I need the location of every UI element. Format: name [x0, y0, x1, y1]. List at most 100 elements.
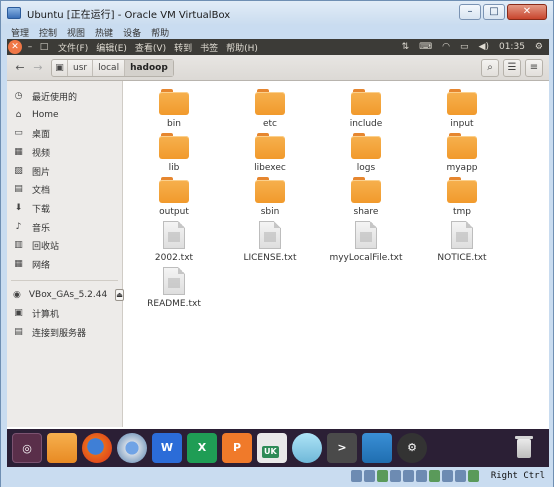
sidebar-item-videos[interactable]: ▦ 视频	[7, 143, 122, 162]
file-name-label: myyLocalFile.txt	[329, 253, 403, 263]
launcher-dock: ◎ W X P UK > ⚙	[7, 429, 549, 467]
terminal-icon[interactable]: >	[327, 433, 357, 463]
audio-status-icon[interactable]	[377, 470, 388, 482]
maximize-button[interactable]: □	[483, 4, 505, 20]
menu-view[interactable]: 查看(V)	[135, 41, 166, 54]
maps-icon[interactable]	[292, 433, 322, 463]
list-view-icon[interactable]: ☰	[503, 59, 521, 77]
folder-item[interactable]: tmp	[422, 177, 502, 217]
eject-icon[interactable]: ⏏	[115, 289, 124, 302]
firefox-icon[interactable]	[82, 433, 112, 463]
sidebar-item-recent[interactable]: ◷ 最近使用的	[7, 87, 122, 106]
ubuntu-software-icon[interactable]: UK	[257, 433, 287, 463]
ubuntu-dash-icon[interactable]: ◎	[12, 433, 42, 463]
sidebar-item-label: 连接到服务器	[32, 329, 87, 340]
sidebar-item-network[interactable]: ▦ 网络	[7, 255, 122, 274]
minimize-button[interactable]: –	[459, 4, 481, 20]
sidebar-item-pictures[interactable]: ▨ 图片	[7, 162, 122, 181]
search-icon[interactable]: ⌕	[481, 59, 499, 77]
folder-item[interactable]: myapp	[422, 133, 502, 173]
file-icon-view: bin etc include input lib libexec logs myapp out…	[124, 81, 549, 427]
folder-item[interactable]: bin	[134, 89, 214, 129]
file-item[interactable]: myyLocalFile.txt	[326, 221, 406, 263]
cpu-status-icon[interactable]	[455, 470, 466, 482]
close-icon[interactable]: ✕	[8, 40, 22, 54]
menu-go[interactable]: 转到	[174, 41, 192, 54]
vbox-menu-devices[interactable]: 设备	[123, 26, 141, 39]
trash-icon: ▥	[14, 240, 23, 251]
menu-edit[interactable]: 编辑(E)	[96, 41, 127, 54]
ubuntu-top-panel: ✕ – □ 文件(F) 编辑(E) 查看(V) 转到 书签 帮助(H) ⇅ ⌨ …	[7, 39, 549, 55]
sidebar-item-label: 音乐	[32, 223, 51, 234]
vbox-titlebar[interactable]: Ubuntu [正在运行] - Oracle VM VirtualBox – □…	[1, 1, 553, 25]
minimize-icon[interactable]: –	[24, 42, 36, 52]
menu-file[interactable]: 文件(F)	[58, 41, 88, 54]
back-arrow-icon[interactable]: ←	[11, 59, 29, 77]
forward-arrow-icon[interactable]: →	[29, 59, 47, 77]
network-transfer-icon[interactable]: ⇅	[402, 42, 410, 52]
close-window-button[interactable]: ✕	[507, 4, 547, 20]
folder-item[interactable]: share	[326, 177, 406, 217]
breadcrumb-hadoop[interactable]: hadoop	[125, 59, 173, 76]
sidebar-item-downloads[interactable]: ⬇ 下载	[7, 199, 122, 218]
file-item[interactable]: NOTICE.txt	[422, 221, 502, 263]
usb-status-icon[interactable]	[403, 470, 414, 482]
folder-item[interactable]: output	[134, 177, 214, 217]
menu-icon[interactable]: ≡	[525, 59, 543, 77]
vbox-menu-help[interactable]: 帮助	[151, 26, 169, 39]
breadcrumb-usr[interactable]: usr	[68, 59, 94, 76]
sidebar-item-desktop[interactable]: ▭ 桌面	[7, 124, 122, 143]
restore-icon[interactable]: □	[38, 42, 50, 52]
keyboard-icon[interactable]: ⌨	[419, 42, 432, 52]
sidebar-item-vbox-gas[interactable]: ◉ VBox_GAs_5.2.44 ⏏	[7, 286, 124, 305]
system-settings-icon[interactable]: ⚙	[397, 433, 427, 463]
folder-item[interactable]: include	[326, 89, 406, 129]
chromium-icon[interactable]	[117, 433, 147, 463]
menu-bookmarks[interactable]: 书签	[200, 41, 218, 54]
sidebar-item-home[interactable]: ⌂ Home	[7, 106, 122, 125]
sidebar-item-documents[interactable]: ▤ 文档	[7, 180, 122, 199]
sidebar-item-computer[interactable]: ▣ 计算机	[7, 305, 122, 324]
battery-icon[interactable]: ▭	[460, 42, 469, 52]
mouse-integration-icon[interactable]	[468, 470, 479, 482]
folder-item[interactable]: lib	[134, 133, 214, 173]
vbox-menu-control[interactable]: 控制	[39, 26, 57, 39]
clock[interactable]: 01:35	[499, 42, 525, 52]
picture-icon: ▨	[14, 165, 23, 176]
sidebar-item-connect-server[interactable]: ▤ 连接到服务器	[7, 323, 122, 342]
files-app-icon[interactable]	[47, 433, 77, 463]
libreoffice-calc-icon[interactable]: X	[187, 433, 217, 463]
sidebar-item-music[interactable]: ♪ 音乐	[7, 218, 122, 237]
file-name-label: sbin	[260, 207, 280, 217]
vbox-menu-hotkey[interactable]: 热键	[95, 26, 113, 39]
power-gear-icon[interactable]: ⚙	[535, 42, 543, 52]
file-item[interactable]: README.txt	[134, 267, 214, 309]
trash-bin-icon[interactable]	[509, 433, 539, 463]
volume-icon[interactable]: ◀)	[479, 42, 489, 52]
folder-item[interactable]: logs	[326, 133, 406, 173]
recording-status-icon[interactable]	[442, 470, 453, 482]
vbox-menu-manage[interactable]: 管理	[11, 26, 29, 39]
wifi-icon[interactable]: ◠	[442, 42, 450, 52]
folder-item[interactable]: libexec	[230, 133, 310, 173]
folder-icon	[159, 177, 189, 203]
optical-status-icon[interactable]	[364, 470, 375, 482]
shared-folder-status-icon[interactable]	[416, 470, 427, 482]
folder-item[interactable]: etc	[230, 89, 310, 129]
drive-icon[interactable]: ▣	[52, 59, 68, 76]
hdd-status-icon[interactable]	[351, 470, 362, 482]
sidebar-item-trash[interactable]: ▥ 回收站	[7, 237, 122, 256]
vbox-menu-view[interactable]: 视图	[67, 26, 85, 39]
libreoffice-impress-icon[interactable]: P	[222, 433, 252, 463]
network-status-icon[interactable]	[390, 470, 401, 482]
photos-icon[interactable]	[362, 433, 392, 463]
file-name-label: bin	[167, 119, 181, 129]
menu-help[interactable]: 帮助(H)	[226, 41, 258, 54]
folder-item[interactable]: sbin	[230, 177, 310, 217]
folder-item[interactable]: input	[422, 89, 502, 129]
libreoffice-writer-icon[interactable]: W	[152, 433, 182, 463]
display-status-icon[interactable]	[429, 470, 440, 482]
breadcrumb-local[interactable]: local	[93, 59, 126, 76]
file-item[interactable]: 2002.txt	[134, 221, 214, 263]
file-item[interactable]: LICENSE.txt	[230, 221, 310, 263]
